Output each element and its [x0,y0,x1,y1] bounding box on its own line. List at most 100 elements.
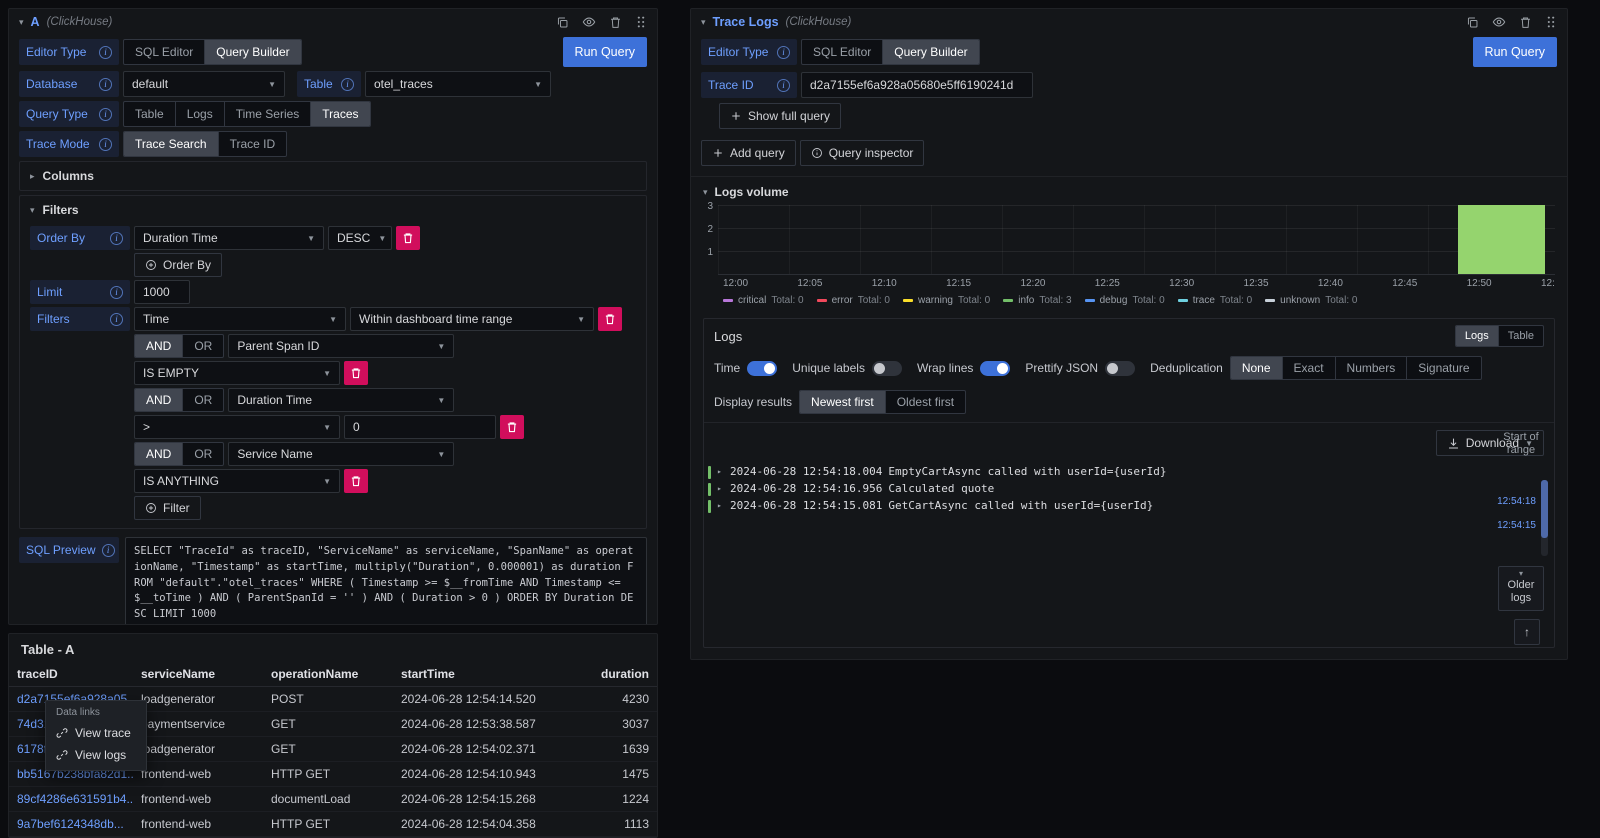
add-query-button[interactable]: Add query [701,140,796,166]
chevron-down-icon[interactable]: ▾ [701,17,706,28]
unique-labels-toggle[interactable] [872,361,902,376]
legend-item-warning[interactable]: warningTotal: 0 [903,295,990,306]
scrollbar-thumb[interactable] [1541,480,1548,538]
column-header-operationname[interactable]: operationName [263,662,393,687]
legend-item-unknown[interactable]: unknownTotal: 0 [1265,295,1357,306]
view-table-option[interactable]: Table [1498,326,1543,346]
filter-field-select[interactable]: Duration Time ▼ [228,388,454,412]
info-icon[interactable]: i [777,79,790,92]
filter-operator-select[interactable]: > ▼ [134,415,340,439]
info-icon[interactable]: i [99,78,112,91]
info-icon[interactable]: i [99,46,112,59]
filter-field-select[interactable]: Service Name ▼ [228,442,454,466]
delete-query-icon[interactable] [1519,16,1532,29]
time-toggle[interactable] [747,361,777,376]
run-query-button[interactable]: Run Query [563,37,647,67]
legend-item-debug[interactable]: debugTotal: 0 [1085,295,1165,306]
order-by-field-select[interactable]: Duration Time ▼ [134,226,324,250]
dedup-signature[interactable]: Signature [1406,357,1480,379]
scroll-to-top-button[interactable]: ↑ [1514,619,1540,645]
query-type-table[interactable]: Table [124,102,175,126]
trace-id-link[interactable]: 9a7bef6124348db... [9,812,133,837]
dedup-numbers[interactable]: Numbers [1335,357,1407,379]
or-option[interactable]: OR [182,443,223,465]
legend-item-error[interactable]: errorTotal: 0 [817,295,890,306]
nav-timestamp[interactable]: 12:54:15 [1497,520,1536,531]
log-line[interactable]: ▸ 2024-06-28 12:54:18.004 EmptyCartAsync… [708,464,1484,481]
duplicate-query-icon[interactable] [1466,16,1479,29]
remove-order-by-button[interactable] [396,226,420,250]
wrap-lines-toggle[interactable] [980,361,1010,376]
oldest-first-option[interactable]: Oldest first [885,391,965,413]
filter-field-select[interactable]: Parent Span ID ▼ [228,334,454,358]
query-ref-id[interactable]: A [31,15,40,29]
log-line[interactable]: ▸ 2024-06-28 12:54:16.956 Calculated quo… [708,481,1484,498]
show-full-query-button[interactable]: Show full query [719,103,841,129]
and-option[interactable]: AND [135,335,182,357]
log-line[interactable]: ▸ 2024-06-28 12:54:15.081 GetCartAsync c… [708,498,1484,515]
info-icon[interactable]: i [99,138,112,151]
query-inspector-button[interactable]: Query inspector [800,140,925,166]
editor-type-query-builder[interactable]: Query Builder [882,40,978,64]
run-query-button[interactable]: Run Query [1473,37,1557,67]
trace-mode-trace-search[interactable]: Trace Search [124,132,218,156]
dedup-exact[interactable]: Exact [1282,357,1335,379]
order-by-direction-select[interactable]: DESC ▼ [328,226,392,250]
filters-section-header[interactable]: ▾ Filters [20,196,646,224]
filter-operator-select[interactable]: IS ANYTHING ▼ [134,469,340,493]
legend-item-info[interactable]: infoTotal: 3 [1003,295,1071,306]
editor-type-query-builder[interactable]: Query Builder [204,40,300,64]
info-icon[interactable]: i [99,108,112,121]
view-logs-menu-item[interactable]: View logs [46,744,146,766]
editor-type-sql-editor[interactable]: SQL Editor [802,40,882,64]
query-type-time-series[interactable]: Time Series [224,102,311,126]
column-header-traceid[interactable]: traceID [9,662,133,687]
columns-section-header[interactable]: ▸ Columns [20,162,646,190]
legend-item-critical[interactable]: criticalTotal: 0 [723,295,804,306]
expand-log-icon[interactable]: ▸ [717,484,724,495]
hide-query-icon[interactable] [582,15,596,29]
trace-id-link[interactable]: 89cf4286e631591b4... [9,787,133,812]
table-select[interactable]: otel_traces ▼ [365,71,551,97]
duplicate-query-icon[interactable] [556,16,569,29]
database-select[interactable]: default ▼ [123,71,285,97]
remove-filter-button[interactable] [500,415,524,439]
remove-filter-button[interactable] [344,361,368,385]
filter-time-range-select[interactable]: Within dashboard time range ▼ [350,307,594,331]
column-header-servicename[interactable]: serviceName [133,662,263,687]
info-icon[interactable]: i [110,232,123,245]
add-order-by-button[interactable]: Order By [134,253,222,277]
column-header-duration[interactable]: duration [577,662,657,687]
newest-first-option[interactable]: Newest first [800,391,885,413]
dedup-none[interactable]: None [1231,357,1282,379]
view-logs-option[interactable]: Logs [1456,326,1498,346]
info-icon[interactable]: i [777,46,790,59]
column-header-starttime[interactable]: startTime [393,662,577,687]
trace-id-input[interactable]: d2a7155ef6a928a05680e5ff6190241d [801,72,1033,98]
info-icon[interactable]: i [341,78,354,91]
prettify-json-toggle[interactable] [1105,361,1135,376]
remove-filter-button[interactable] [598,307,622,331]
query-type-traces[interactable]: Traces [310,102,369,126]
chevron-down-icon[interactable]: ▾ [19,17,24,28]
and-option[interactable]: AND [135,389,182,411]
editor-type-sql-editor[interactable]: SQL Editor [124,40,204,64]
info-icon[interactable]: i [102,544,115,557]
add-filter-button[interactable]: Filter [134,496,201,520]
view-trace-menu-item[interactable]: View trace [46,722,146,744]
or-option[interactable]: OR [182,335,223,357]
limit-input[interactable]: 1000 [134,280,190,304]
remove-filter-button[interactable] [344,469,368,493]
info-icon[interactable]: i [110,286,123,299]
nav-timestamp[interactable]: 12:54:18 [1497,496,1536,507]
info-icon[interactable]: i [110,313,123,326]
older-logs-button[interactable]: ▾ Older logs [1498,566,1544,611]
hide-query-icon[interactable] [1492,15,1506,29]
query-type-logs[interactable]: Logs [175,102,224,126]
drag-handle-icon[interactable] [635,15,647,29]
logs-volume-section-header[interactable]: ▾ Logs volume [691,177,1567,203]
expand-log-icon[interactable]: ▸ [717,467,724,478]
drag-handle-icon[interactable] [1545,15,1557,29]
plot-area[interactable] [718,205,1555,275]
trace-mode-trace-id[interactable]: Trace ID [218,132,287,156]
